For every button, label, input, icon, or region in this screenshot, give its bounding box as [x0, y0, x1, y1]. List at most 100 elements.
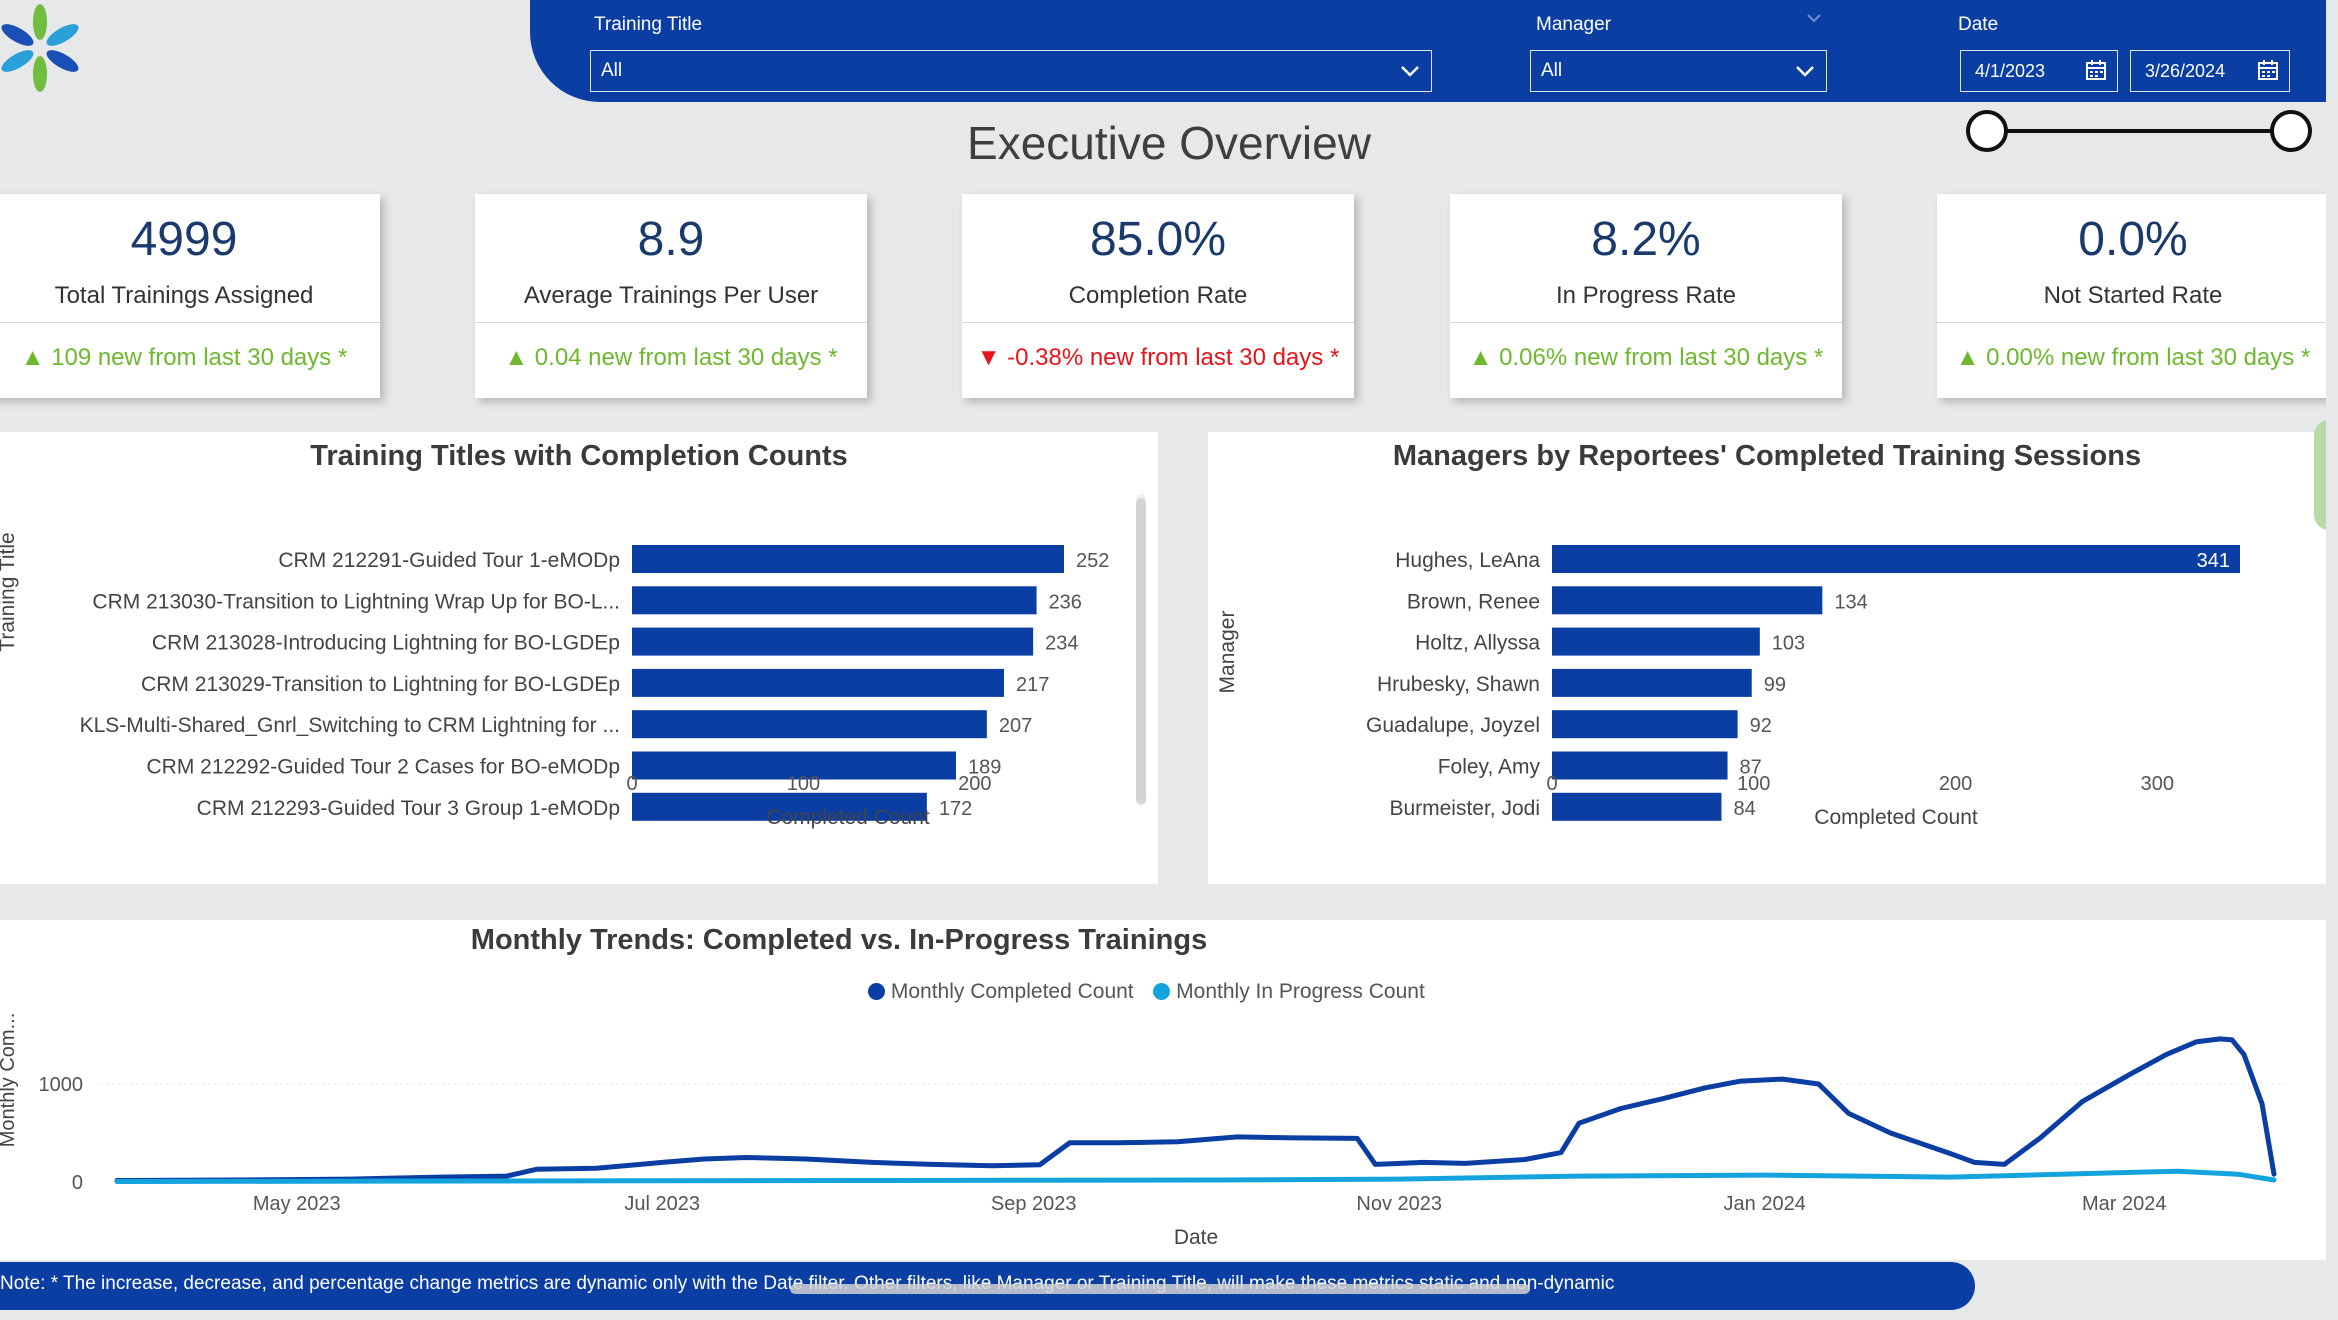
managers-bar-chart: Hughes, LeAna 341 Brown, Renee 134 Holtz, Al… [1216, 545, 2240, 829]
kpi-label: Average Trainings Per User [523, 282, 819, 309]
date-filter-label: Date [1958, 14, 1999, 35]
kpi-label: Not Started Rate [2043, 282, 2223, 309]
chevron-down-icon [1401, 66, 1419, 77]
category-label: Hrubesky, Shawn [1377, 673, 1540, 696]
x-tick-label: 0 [626, 773, 637, 795]
y-tick-label: 0 [72, 1172, 83, 1194]
kpi-card-not-started-rate: 0.0% Not Started Rate ▲ 0.00% new from l… [1937, 194, 2329, 398]
up-arrow-icon: ▲ [1955, 344, 1987, 371]
kpi-change-text: 109 new from last 30 days * [51, 344, 348, 371]
kpi-divider [962, 322, 1354, 323]
y-axis-title: Manager [1216, 611, 1239, 694]
data-label: 207 [999, 715, 1032, 737]
down-arrow-icon: ▼ [976, 344, 1008, 371]
managers-chart-panel: Managers by Reportees' Completed Trainin… [1208, 432, 2326, 884]
kpi-change: ▼ -0.38% new from last 30 days * [962, 344, 1354, 372]
start-date-input[interactable]: 4/1/2023 [1960, 50, 2118, 92]
category-label: Hughes, LeAna [1395, 549, 1540, 572]
end-date-input[interactable]: 3/26/2024 [2130, 50, 2290, 92]
training-title-dropdown[interactable]: All [590, 50, 1432, 92]
data-label: 217 [1016, 674, 1049, 696]
data-label: 92 [1750, 715, 1772, 737]
bar [1552, 710, 1738, 739]
up-arrow-icon: ▲ [20, 344, 52, 371]
chart-title: Training Titles with Completion Counts [310, 440, 848, 472]
kpi-value: 8.2% [1591, 213, 1701, 266]
manager-filter-label: Manager [1536, 14, 1611, 35]
kpi-change-text: -0.38% new from last 30 days * [1007, 344, 1340, 371]
legend-marker-completed [868, 983, 885, 1000]
bar [632, 710, 987, 739]
kpi-card-completion-rate: 85.0% Completion Rate ▼ -0.38% new from … [962, 194, 1354, 398]
data-label: 134 [1834, 591, 1867, 613]
chart-title-text: Monthly Trends: Completed vs. In-Progres… [470, 924, 1208, 956]
category-label: CRM 213030-Transition to Lightning Wrap … [92, 590, 620, 613]
kpi-change-text: 0.00% new from last 30 days * [1986, 344, 2311, 371]
y-tick-label: 1000 [39, 1074, 84, 1096]
category-label: Guadalupe, Joyzel [1366, 714, 1540, 737]
bar [1552, 792, 1722, 821]
kpi-divider [1450, 322, 1842, 323]
category-label: CRM 213029-Transition to Lightning for B… [141, 673, 620, 696]
x-tick-label: 200 [958, 773, 991, 795]
y-axis-title: Monthly Com... [0, 1013, 19, 1147]
x-axis-title: Completed Count [1814, 806, 1978, 829]
chart-title: Managers by Reportees' Completed Trainin… [1392, 440, 2142, 472]
kpi-change-text: 0.04 new from last 30 days * [534, 344, 838, 371]
category-label: Burmeister, Jodi [1389, 797, 1540, 820]
category-label: Holtz, Allyssa [1415, 632, 1540, 655]
category-label: CRM 212292-Guided Tour 2 Cases for BO-eM… [147, 756, 620, 779]
monthly-trends-line-chart: 0 1000 May 2023 Jul 2023 Sep 2023 Nov 2023 Jan… [0, 1013, 2290, 1249]
chart-legend: Monthly Completed Count Monthly In Progr… [868, 980, 1425, 1004]
kpi-label: In Progress Rate [1555, 282, 1737, 309]
training-title-filter-label: Training Title [594, 14, 703, 35]
data-label: 99 [1764, 674, 1786, 696]
data-label: 103 [1772, 633, 1805, 655]
x-tick-label: Sep 2023 [991, 1193, 1077, 1215]
bar [1552, 545, 2240, 573]
kpi-value: 0.0% [2078, 213, 2188, 266]
kpi-card-average-trainings: 8.9 Average Trainings Per User ▲ 0.04 ne… [475, 194, 867, 398]
x-tick-label: Jul 2023 [624, 1193, 700, 1215]
kpi-card-in-progress-rate: 8.2% In Progress Rate ▲ 0.06% new from l… [1450, 194, 1842, 398]
manager-dropdown[interactable]: All [1530, 50, 1827, 92]
x-tick-label: Jan 2024 [1724, 1193, 1806, 1215]
bar [632, 586, 1037, 615]
x-tick-label: 100 [787, 773, 820, 795]
page-title: Executive Overview [967, 117, 1371, 169]
category-label: KLS-Multi-Shared_Gnrl_Switching to CRM L… [80, 714, 620, 737]
training-titles-chart-panel: Training Titles with Completion Counts C… [0, 432, 1158, 884]
x-tick-label: Mar 2024 [2082, 1193, 2167, 1215]
category-label: CRM 212291-Guided Tour 1-eMODp [278, 549, 620, 572]
kpi-value: 4999 [130, 213, 238, 266]
chart-scrollbar[interactable] [1136, 494, 1146, 806]
category-label: CRM 212293-Guided Tour 3 Group 1-eMODp [197, 797, 620, 820]
chevron-down-icon[interactable] [1806, 12, 1822, 24]
end-date-value: 3/26/2024 [2145, 61, 2226, 81]
bar [1552, 627, 1760, 656]
page-horizontal-scrollbar[interactable] [790, 1284, 1530, 1294]
monthly-trends-chart-panel: Monthly Trends: Completed vs. In-Progres… [0, 920, 2326, 1260]
kpi-divider [475, 322, 867, 323]
x-tick-label: Nov 2023 [1356, 1193, 1442, 1215]
chart-scrollbar-thumb[interactable] [1136, 498, 1146, 804]
category-label: Brown, Renee [1407, 590, 1540, 613]
calendar-icon[interactable] [2257, 59, 2279, 81]
category-label: Foley, Amy [1438, 756, 1541, 779]
series-line-completed [114, 1036, 2277, 1183]
kpi-value: 8.9 [637, 213, 705, 266]
start-date-value: 4/1/2023 [1975, 61, 2046, 81]
kpi-value: 85.0% [1089, 213, 1227, 266]
calendar-icon[interactable] [2085, 59, 2107, 81]
data-label: 252 [1076, 550, 1109, 572]
data-label: 341 [2197, 550, 2230, 572]
training-title-selected-value: All [601, 60, 623, 81]
x-tick-label: 200 [1939, 773, 1972, 795]
x-tick-label: 300 [2141, 773, 2174, 795]
chart-title: Monthly Trends: Completed vs. In-Progres… [0, 924, 2326, 957]
company-logo [1, 4, 79, 92]
kpi-change-text: 0.06% new from last 30 days * [1499, 344, 1824, 371]
up-arrow-icon: ▲ [504, 344, 535, 371]
legend-label-completed: Monthly Completed Count [890, 980, 1134, 1003]
data-label: 236 [1049, 591, 1082, 613]
